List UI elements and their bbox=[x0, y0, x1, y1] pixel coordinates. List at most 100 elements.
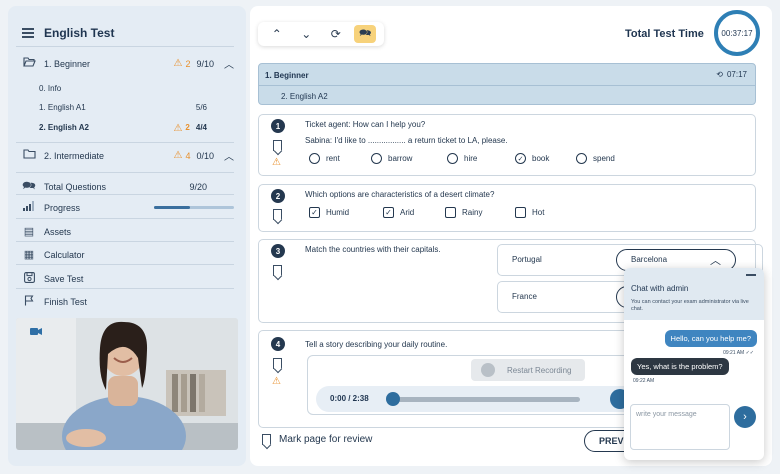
menu-assets[interactable]: ▤ Assets bbox=[22, 225, 234, 238]
minimize-icon[interactable] bbox=[746, 274, 756, 276]
question-text: Match the countries with their capitals. bbox=[305, 245, 441, 254]
message-outgoing: Hello, can you help me? bbox=[664, 330, 757, 347]
section-label: 2. Intermediate bbox=[44, 150, 105, 161]
match-country: France bbox=[512, 292, 537, 301]
test-title: English Test bbox=[44, 26, 115, 40]
progress-label: Progress bbox=[44, 202, 81, 213]
divider bbox=[16, 288, 234, 289]
chat-header: Chat with admin You can contact your exa… bbox=[624, 268, 764, 320]
message-time: 09:21 AM ✓✓ bbox=[723, 350, 754, 356]
section-timer: ⟲ 07:17 bbox=[716, 70, 747, 79]
option-group: ✓ Humid ✓ Arid Rainy Hot bbox=[309, 207, 544, 218]
sidebar-section-intermediate[interactable]: 2. Intermediate ⚠ 4 0/10 ︿ bbox=[22, 148, 234, 163]
divider bbox=[16, 194, 234, 195]
radio-button[interactable] bbox=[576, 153, 587, 164]
divider bbox=[259, 85, 755, 86]
bookmark-icon[interactable] bbox=[273, 140, 282, 151]
menu-icon[interactable] bbox=[22, 28, 34, 38]
bookmark-icon[interactable] bbox=[273, 265, 282, 276]
question-number: 4 bbox=[271, 337, 285, 351]
restart-recording-button[interactable]: Restart Recording bbox=[471, 359, 585, 381]
option-rent[interactable]: rent bbox=[309, 153, 371, 164]
question-number: 3 bbox=[271, 244, 285, 258]
progress-bar bbox=[154, 206, 234, 209]
option-group: rent barrow hire ✓ book spend bbox=[309, 153, 615, 164]
chat-message-input[interactable]: write your message bbox=[630, 404, 730, 450]
sidebar-subitem[interactable]: 0. Info bbox=[39, 84, 207, 93]
warning-count: 4 bbox=[185, 150, 191, 161]
menu-label: Finish Test bbox=[44, 297, 87, 307]
audio-scrubber[interactable] bbox=[386, 392, 400, 406]
subitem-label: 2. English A2 bbox=[39, 123, 89, 132]
radio-button-checked[interactable]: ✓ bbox=[515, 153, 526, 164]
chevron-up-icon[interactable]: ⌃ bbox=[266, 27, 288, 41]
warning-icon: ⚠ bbox=[173, 123, 183, 134]
option-label: barrow bbox=[388, 154, 413, 163]
send-arrow-icon[interactable]: › bbox=[734, 406, 756, 428]
option-label: Arid bbox=[400, 208, 415, 217]
question-text: Tell a story describing your daily routi… bbox=[305, 340, 448, 349]
record-icon bbox=[481, 363, 495, 377]
chat-title: Chat with admin bbox=[631, 284, 689, 293]
chevron-up-icon[interactable]: ︿ bbox=[224, 148, 234, 163]
warning-icon: ⚠ bbox=[173, 58, 183, 69]
subsection-title: 2. English A2 bbox=[281, 92, 328, 101]
bookmark-icon[interactable] bbox=[273, 358, 282, 369]
option-hot[interactable]: Hot bbox=[515, 207, 544, 218]
divider bbox=[16, 172, 234, 173]
option-arid[interactable]: ✓ Arid bbox=[383, 207, 445, 218]
subitem-label: 1. English A1 bbox=[39, 103, 86, 112]
section-header: 1. Beginner ⟲ 07:17 2. English A2 bbox=[258, 63, 756, 105]
subitem-count: 4/4 bbox=[195, 123, 207, 132]
total-questions-value: 9/20 bbox=[189, 181, 207, 192]
chat-toggle-icon[interactable]: 🗪 bbox=[354, 25, 377, 43]
menu-label: Calculator bbox=[44, 249, 85, 260]
option-spend[interactable]: spend bbox=[576, 153, 615, 164]
warning-count: 2 bbox=[185, 123, 190, 132]
refresh-icon[interactable]: ⟳ bbox=[325, 27, 347, 41]
question-text: Ticket agent: How can I help you? bbox=[305, 120, 426, 129]
option-hire[interactable]: hire bbox=[447, 153, 515, 164]
audio-time: 0:00 / 2:38 bbox=[330, 394, 369, 403]
question-number: 2 bbox=[271, 189, 285, 203]
radio-button[interactable] bbox=[447, 153, 458, 164]
divider bbox=[16, 241, 234, 242]
menu-finish-test[interactable]: Finish Test bbox=[22, 295, 234, 309]
webcam-feed bbox=[16, 318, 238, 450]
prev-label: PREV bbox=[599, 436, 624, 446]
menu-save-test[interactable]: Save Test bbox=[22, 272, 234, 286]
chevron-down-icon[interactable]: ⌄ bbox=[295, 27, 317, 41]
option-book[interactable]: ✓ book bbox=[515, 153, 576, 164]
audio-track[interactable] bbox=[388, 397, 580, 402]
restart-recording-label: Restart Recording bbox=[507, 365, 572, 375]
sidebar-section-beginner[interactable]: 1. Beginner ⚠ 2 9/10 ︿ bbox=[22, 56, 234, 71]
message-time: 09:22 AM bbox=[633, 378, 655, 384]
radio-button[interactable] bbox=[309, 153, 320, 164]
divider bbox=[16, 142, 234, 143]
bookmark-icon[interactable] bbox=[273, 209, 282, 220]
timer-value: 00:37:17 bbox=[721, 28, 753, 38]
warning-icon: ⚠ bbox=[272, 157, 281, 168]
checkbox[interactable] bbox=[445, 207, 456, 218]
question-text: Which options are characteristics of a d… bbox=[305, 190, 495, 199]
radio-button[interactable] bbox=[371, 153, 382, 164]
checkbox[interactable] bbox=[515, 207, 526, 218]
mark-review-label: Mark page for review bbox=[279, 434, 373, 445]
mark-review[interactable]: Mark page for review bbox=[262, 434, 372, 445]
sidebar-subitem-active[interactable]: 2. English A2 ⚠ 2 4/4 bbox=[39, 123, 207, 134]
flag-icon bbox=[22, 295, 36, 309]
bookmark-icon bbox=[262, 434, 271, 445]
option-rainy[interactable]: Rainy bbox=[445, 207, 515, 218]
option-barrow[interactable]: barrow bbox=[371, 153, 447, 164]
section-title: 1. Beginner bbox=[265, 71, 309, 80]
checkbox-checked[interactable]: ✓ bbox=[309, 207, 320, 218]
calculator-icon: ▦ bbox=[23, 249, 35, 261]
checkbox-checked[interactable]: ✓ bbox=[383, 207, 394, 218]
option-humid[interactable]: ✓ Humid bbox=[309, 207, 383, 218]
progress-fill bbox=[154, 206, 190, 209]
chevron-up-icon[interactable]: ︿ bbox=[224, 56, 234, 71]
question-number: 1 bbox=[271, 119, 285, 133]
menu-calculator[interactable]: ▦ Calculator bbox=[22, 248, 234, 261]
progress-row: Progress bbox=[22, 201, 234, 214]
sidebar-subitem[interactable]: 1. English A1 5/6 bbox=[39, 103, 207, 112]
